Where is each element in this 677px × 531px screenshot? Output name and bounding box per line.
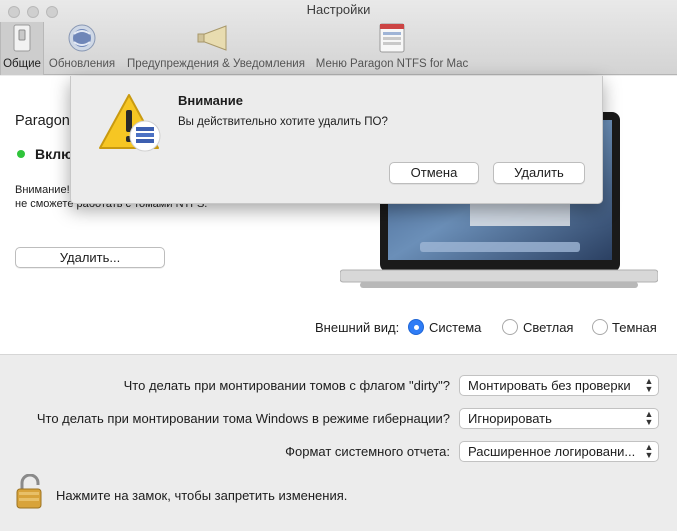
window-title: Настройки — [306, 2, 371, 17]
radio-system-label[interactable]: Система — [429, 320, 481, 335]
hibernation-value: Игнорировать — [468, 411, 552, 426]
window-toolbar: Настройки Общие Обновления Предупреждени… — [0, 0, 677, 75]
lock-hint-text: Нажмите на замок, чтобы запретить измене… — [56, 488, 348, 503]
tab-updates[interactable]: Обновления — [48, 22, 116, 75]
dialog-message: Вы действительно хотите удалить ПО? — [178, 116, 388, 128]
stepper-arrows-icon: ▲ ▼ — [644, 442, 654, 460]
confirm-uninstall-dialog: Внимание Вы действительно хотите удалить… — [70, 76, 603, 204]
warning-icon — [97, 92, 165, 156]
radio-light-label[interactable]: Светлая — [523, 320, 573, 335]
dirty-volume-label: Что делать при монтировании томов с флаг… — [123, 378, 450, 393]
hibernation-label: Что делать при монтировании тома Windows… — [36, 411, 450, 426]
confirm-delete-button[interactable]: Удалить — [493, 162, 585, 184]
radio-light[interactable] — [502, 319, 518, 335]
megaphone-icon — [196, 22, 236, 54]
tab-general[interactable]: Общие — [0, 22, 44, 75]
stepper-arrows-icon: ▲ ▼ — [644, 376, 654, 394]
uninstall-button[interactable]: Удалить... — [15, 247, 165, 268]
dirty-volume-select[interactable]: Монтировать без проверки ▲ ▼ — [459, 375, 659, 396]
product-name: Paragon — [15, 113, 70, 129]
tab-label: Предупреждения & Уведомления — [127, 58, 305, 70]
report-format-label: Формат системного отчета: — [285, 444, 450, 459]
tab-label: Общие — [3, 58, 41, 70]
cancel-button[interactable]: Отмена — [389, 162, 479, 184]
tab-label: Обновления — [48, 58, 116, 70]
stepper-arrows-icon: ▲ ▼ — [644, 409, 654, 427]
hibernation-select[interactable]: Игнорировать ▲ ▼ — [459, 408, 659, 429]
dialog-title: Внимание — [178, 93, 243, 108]
dirty-volume-value: Монтировать без проверки — [468, 378, 631, 393]
radio-system[interactable] — [408, 319, 424, 335]
tab-notifications[interactable]: Предупреждения & Уведомления — [124, 22, 308, 75]
report-format-select[interactable]: Расширенное логировани... ▲ ▼ — [459, 441, 659, 462]
tab-menu[interactable]: Меню Paragon NTFS for Mac — [314, 22, 470, 75]
radio-dark[interactable] — [592, 319, 608, 335]
appearance-label: Внешний вид: — [315, 320, 400, 335]
report-format-value: Расширенное логировани... — [468, 444, 636, 459]
update-globe-icon — [62, 22, 102, 54]
switch-icon — [2, 22, 42, 54]
lock-icon[interactable] — [14, 473, 48, 510]
status-indicator — [17, 150, 25, 158]
menu-list-icon — [372, 22, 412, 54]
appearance-row: Внешний вид: Система Светлая Темная — [0, 318, 677, 340]
radio-dark-label[interactable]: Темная — [612, 320, 657, 335]
tab-label: Меню Paragon NTFS for Mac — [315, 58, 469, 70]
